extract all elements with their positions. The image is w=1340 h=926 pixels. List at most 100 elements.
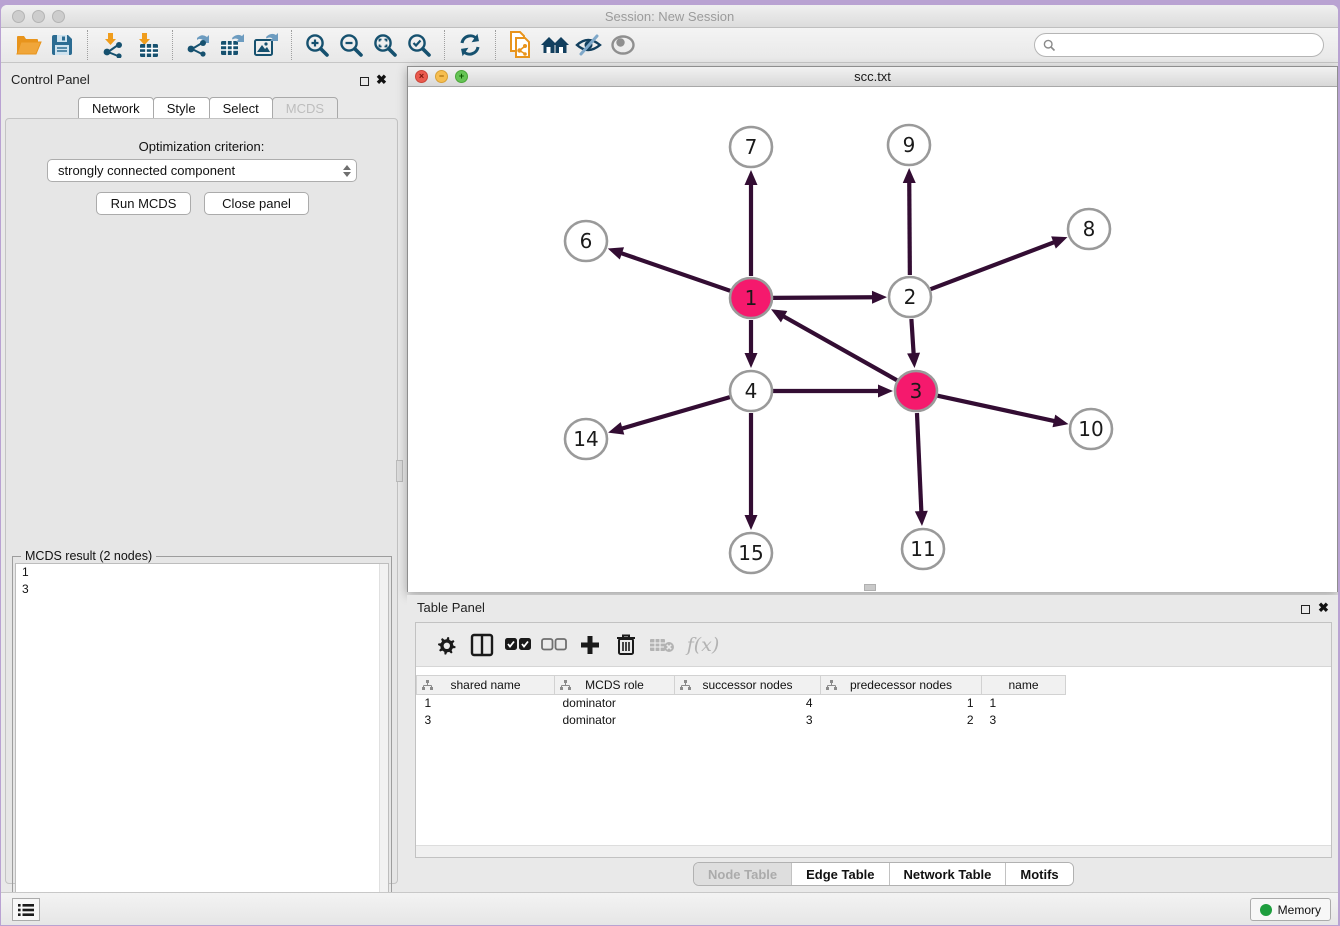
zoom-in-icon[interactable] [300,30,334,60]
column-header-MCDS-role[interactable]: MCDS role [555,676,675,695]
graph-node-8[interactable]: 8 [1068,209,1110,249]
control-panel-tabs: Network Style Select MCDS [78,97,337,119]
table-cell[interactable]: 3 [982,712,1066,729]
select-all-icon[interactable] [500,628,536,662]
graph-node-10[interactable]: 10 [1070,409,1112,449]
float-panel-icon[interactable] [360,77,369,86]
table-hscrollbar[interactable] [416,845,1331,857]
split-panel-icon[interactable] [464,628,500,662]
graph-node-11[interactable]: 11 [902,529,944,569]
deselect-all-icon[interactable] [536,628,572,662]
zoom-out-icon[interactable] [334,30,368,60]
table-panel-inner: f(x) shared nameMCDS rolesuccessor nodes… [415,622,1332,858]
export-table-icon[interactable] [215,30,249,60]
home-icon[interactable] [538,30,572,60]
table-cell[interactable]: 3 [675,712,821,729]
hide-eye-icon[interactable] [572,30,606,60]
graph-edge-3-11[interactable] [917,413,921,514]
tab-network[interactable]: Network [78,97,154,119]
graph-node-7[interactable]: 7 [730,127,772,167]
graph-node-3[interactable]: 3 [895,371,937,411]
result-scrollbar[interactable] [379,564,388,925]
import-table-icon[interactable] [130,30,164,60]
table-cell[interactable]: 1 [417,695,555,712]
table-cell[interactable]: 4 [675,695,821,712]
graph-node-15[interactable]: 15 [730,533,772,573]
criterion-dropdown[interactable]: strongly connected component [47,159,357,182]
result-line: 1 [16,564,388,581]
mcds-result-list[interactable]: 13 [15,563,389,925]
graph-node-1[interactable]: 1 [730,278,772,318]
table-row[interactable]: 1dominator411 [417,695,1066,712]
float-table-panel-icon[interactable] [1301,605,1310,614]
add-column-icon[interactable] [572,628,608,662]
graph-edge-2-9[interactable] [909,180,910,275]
graph-arrowhead [608,247,624,259]
search-field[interactable] [1034,33,1324,57]
refresh-layout-icon[interactable] [453,30,487,60]
network-window-titlebar[interactable]: × − + scc.txt [408,67,1337,87]
search-input[interactable] [1060,38,1323,52]
zoom-fit-icon[interactable] [368,30,402,60]
import-network-icon[interactable] [96,30,130,60]
table-cell[interactable]: dominator [555,695,675,712]
table-cell[interactable]: 3 [417,712,555,729]
eye-disabled-icon[interactable] [606,30,640,60]
tab-motifs[interactable]: Motifs [1006,863,1072,885]
graph-node-9[interactable]: 9 [888,125,930,165]
memory-status-icon [1260,904,1272,916]
column-header-name[interactable]: name [982,676,1066,695]
zoom-selected-icon[interactable] [402,30,436,60]
network-canvas[interactable]: 7 9 6 8 1 2 4 3 14 10 15 11 [408,87,1337,592]
settings-gear-icon[interactable] [428,628,464,662]
column-header-shared-name[interactable]: shared name [417,676,555,695]
table-row[interactable]: 3dominator323 [417,712,1066,729]
memory-button[interactable]: Memory [1250,898,1331,921]
graph-arrowhead [745,170,758,185]
export-image-icon[interactable] [249,30,283,60]
graph-node-14[interactable]: 14 [565,419,607,459]
graph-edge-2-3[interactable] [911,319,913,356]
svg-text:1: 1 [745,286,758,310]
graph-arrowhead [608,422,624,434]
open-folder-icon[interactable] [11,30,45,60]
tab-style[interactable]: Style [153,97,210,119]
tab-network-table[interactable]: Network Table [890,863,1007,885]
tab-edge-table[interactable]: Edge Table [792,863,889,885]
splitter-grip[interactable] [396,460,403,482]
save-icon[interactable] [45,30,79,60]
canvas-resize-grip[interactable] [864,584,876,591]
table-cell[interactable]: dominator [555,712,675,729]
node-table[interactable]: shared nameMCDS rolesuccessor nodesprede… [416,675,1066,729]
column-header-predecessor-nodes[interactable]: predecessor nodes [821,676,982,695]
export-network-icon[interactable] [181,30,215,60]
column-header-successor-nodes[interactable]: successor nodes [675,676,821,695]
table-cell[interactable]: 1 [982,695,1066,712]
delete-rows-icon[interactable] [608,628,644,662]
table-viewport[interactable]: shared nameMCDS rolesuccessor nodesprede… [416,667,1331,857]
graph-edge-3-1[interactable] [781,315,896,380]
tab-mcds[interactable]: MCDS [272,97,338,119]
graph-edge-2-8[interactable] [931,241,1057,289]
table-cell[interactable]: 2 [821,712,982,729]
graph-node-4[interactable]: 4 [730,371,772,411]
close-panel-button[interactable]: Close panel [204,192,309,215]
graph-edge-1-6[interactable] [619,252,730,290]
tab-node-table[interactable]: Node Table [694,863,792,885]
svg-text:9: 9 [903,133,916,157]
table-cell[interactable]: 1 [821,695,982,712]
control-panel-title: Control Panel [11,72,90,87]
graph-edge-3-10[interactable] [937,396,1056,422]
clone-network-icon[interactable] [504,30,538,60]
graph-node-2[interactable]: 2 [889,277,931,317]
close-panel-icon[interactable]: ✖ [376,72,387,88]
task-history-button[interactable] [12,898,40,921]
graph-node-6[interactable]: 6 [565,221,607,261]
tab-select[interactable]: Select [209,97,273,119]
run-mcds-button[interactable]: Run MCDS [96,192,191,215]
network-graph[interactable]: 7 9 6 8 1 2 4 3 14 10 15 11 [408,87,1337,592]
close-table-panel-icon[interactable]: ✖ [1318,600,1329,616]
graph-edge-1-2[interactable] [773,297,875,298]
graph-edge-4-14[interactable] [620,397,730,429]
table-panel-title: Table Panel [417,600,485,615]
